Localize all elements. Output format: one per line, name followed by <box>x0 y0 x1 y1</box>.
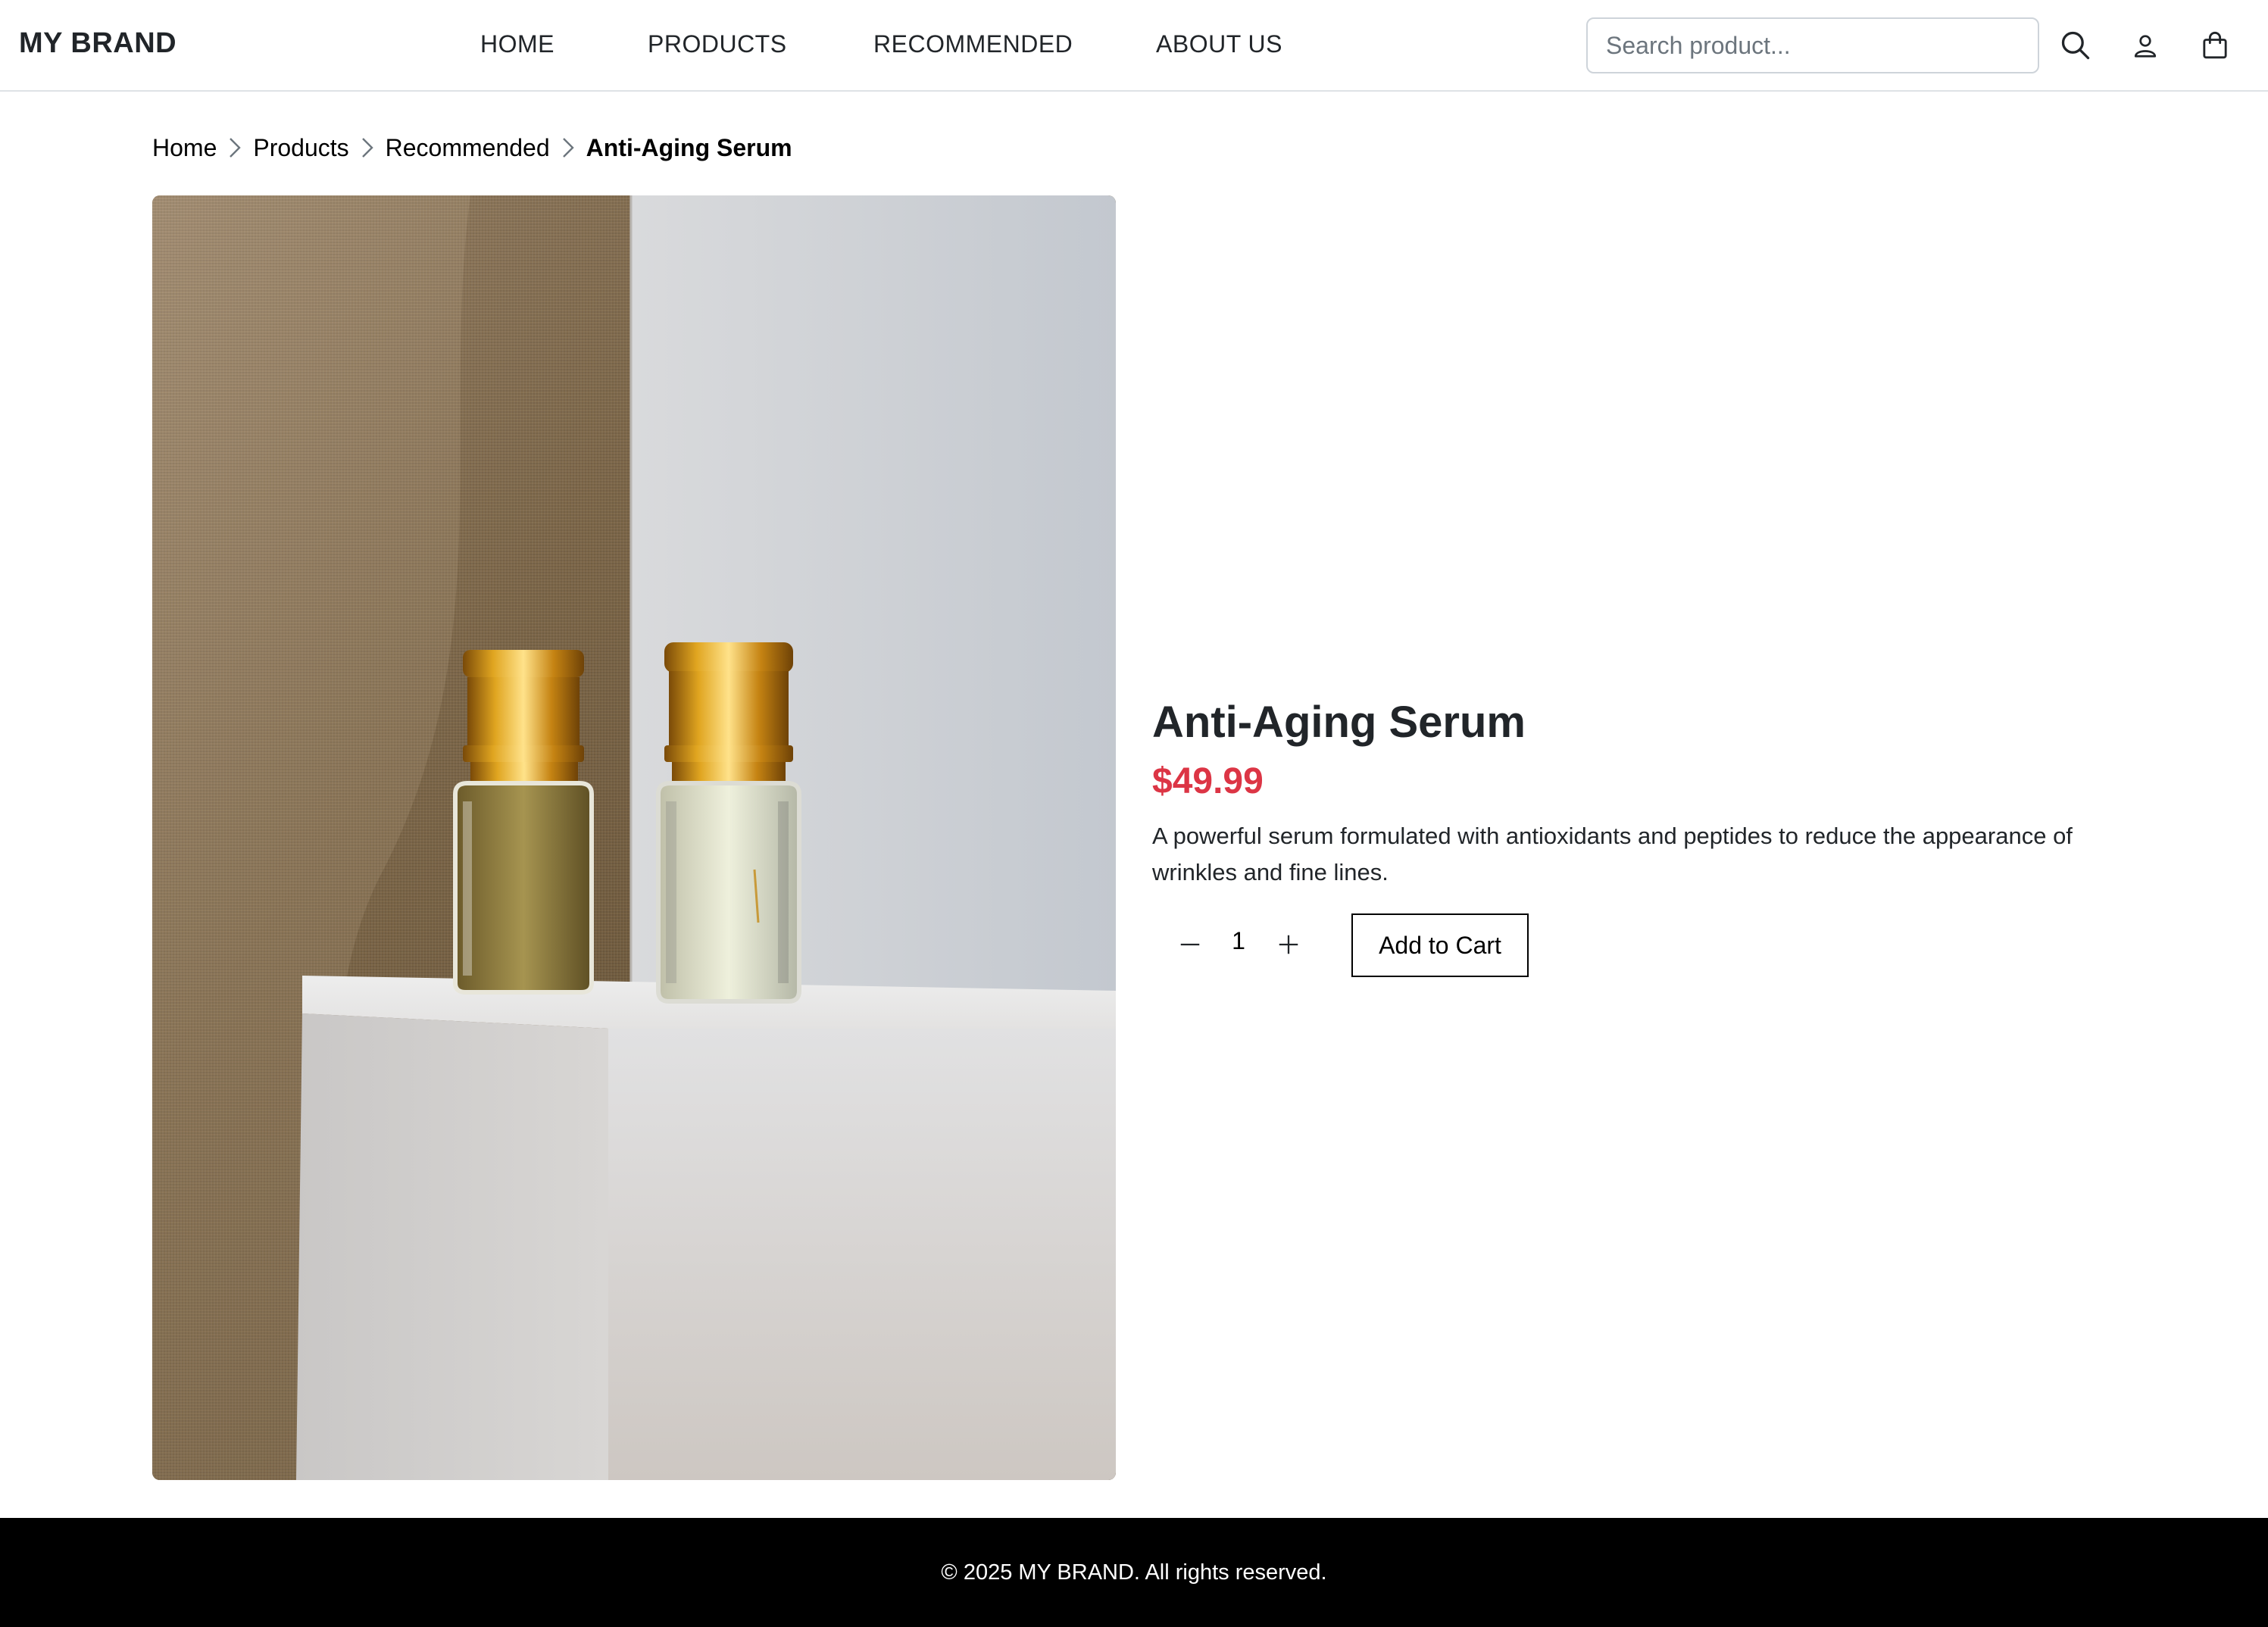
product-price: $49.99 <box>1152 761 1264 801</box>
breadcrumb-products[interactable]: Products <box>253 134 348 162</box>
product-photo <box>152 195 1116 1480</box>
copyright-text: © 2025 MY BRAND. All rights reserved. <box>941 1560 1327 1585</box>
shopping-bag-icon[interactable] <box>2192 23 2238 68</box>
product-title: Anti-Aging Serum <box>1152 698 1526 747</box>
breadcrumb-home[interactable]: Home <box>152 134 217 162</box>
search-input[interactable] <box>1586 17 2039 73</box>
plus-icon <box>1279 935 1298 954</box>
quantity-value: 1 <box>1232 927 1245 954</box>
nav-home[interactable]: HOME <box>480 30 555 58</box>
chevron-right-icon <box>349 133 386 163</box>
quantity-increase-button[interactable] <box>1270 923 1307 966</box>
breadcrumb-recommended[interactable]: Recommended <box>386 134 550 162</box>
nav-products[interactable]: PRODUCTS <box>648 30 787 58</box>
nav-recommended[interactable]: RECOMMENDED <box>873 30 1073 58</box>
quantity-decrease-button[interactable] <box>1171 923 1209 966</box>
chevron-right-icon <box>217 133 253 163</box>
user-icon[interactable] <box>2123 23 2168 68</box>
product-description: A powerful serum formulated with antioxi… <box>1152 823 2073 885</box>
breadcrumb: Home Products Recommended Anti-Aging Ser… <box>152 133 792 163</box>
chevron-right-icon <box>550 133 586 163</box>
breadcrumb-current: Anti-Aging Serum <box>586 133 792 161</box>
site-footer: © 2025 MY BRAND. All rights reserved. <box>0 1518 2268 1627</box>
minus-icon <box>1180 943 1200 946</box>
site-header: MY BRAND HOME PRODUCTS RECOMMENDED ABOUT… <box>0 0 2268 92</box>
search-icon[interactable] <box>2053 23 2098 68</box>
add-to-cart-button[interactable]: Add to Cart <box>1351 913 1529 977</box>
nav-about-us[interactable]: ABOUT US <box>1156 30 1282 58</box>
brand-logo[interactable]: MY BRAND <box>19 27 177 60</box>
